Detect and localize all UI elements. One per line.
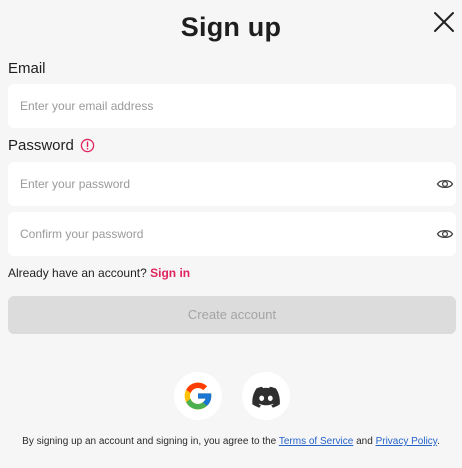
signin-prompt-text: Already have an account? — [8, 266, 147, 280]
email-field[interactable] — [20, 84, 420, 128]
page-title: Sign up — [180, 12, 282, 42]
info-icon[interactable] — [80, 138, 95, 153]
confirm-password-field[interactable] — [20, 212, 420, 256]
password-field-container — [8, 162, 456, 206]
google-icon — [184, 382, 212, 410]
discord-icon — [252, 386, 280, 408]
email-field-container — [8, 84, 456, 128]
create-account-button[interactable]: Create account — [8, 296, 456, 334]
terms-suffix: . — [437, 436, 440, 447]
terms-of-service-link[interactable]: Terms of Service — [279, 436, 353, 447]
eye-icon[interactable] — [436, 225, 454, 243]
password-label: Password — [8, 137, 74, 154]
signin-prompt: Already have an account? Sign in — [8, 266, 190, 280]
signin-link[interactable]: Sign in — [150, 266, 190, 280]
google-signin-button[interactable] — [174, 372, 222, 420]
email-label: Email — [8, 60, 46, 77]
terms-notice: By signing up an account and signing in,… — [0, 435, 462, 448]
password-field[interactable] — [20, 162, 420, 206]
terms-conjunction: and — [356, 436, 373, 447]
confirm-password-field-container — [8, 212, 456, 256]
terms-prefix: By signing up an account and signing in,… — [22, 436, 277, 447]
privacy-policy-link[interactable]: Privacy Policy — [376, 436, 438, 447]
close-icon[interactable] — [430, 8, 458, 36]
eye-icon[interactable] — [436, 175, 454, 193]
discord-signin-button[interactable] — [242, 372, 290, 420]
